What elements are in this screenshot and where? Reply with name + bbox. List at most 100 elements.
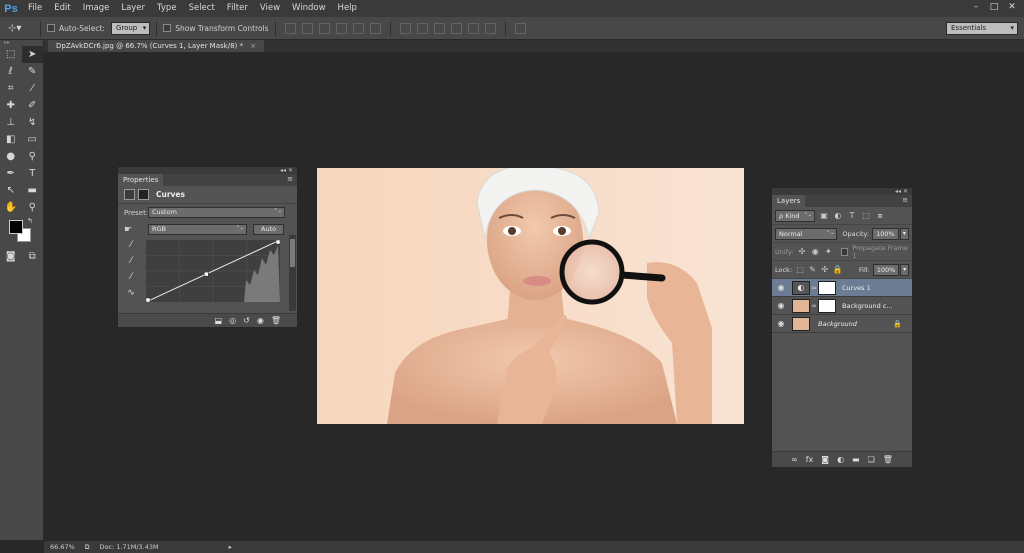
pen-tool-icon[interactable]: ✒ [0, 165, 22, 182]
visibility-icon[interactable]: ◉ [257, 316, 264, 325]
delete-adjustment-icon[interactable]: 🗑 [271, 316, 281, 325]
status-menu-arrow-icon[interactable]: ▸ [229, 543, 232, 551]
show-transform-checkbox[interactable] [163, 24, 172, 32]
filter-pixel-icon[interactable]: ▣ [819, 211, 829, 221]
auto-select-toggle[interactable]: Auto-Select: [47, 24, 105, 33]
quick-mask-icon[interactable]: ◙ [0, 248, 22, 265]
menu-select[interactable]: Select [183, 0, 221, 17]
mask-link-icon[interactable]: ∞ [810, 302, 818, 310]
gray-point-eyedropper-icon[interactable]: ⁄ [123, 256, 139, 272]
distribute-hcenter-icon[interactable] [467, 22, 479, 34]
blur-tool-icon[interactable]: ● [0, 148, 22, 165]
curve-graph[interactable] [145, 239, 281, 303]
document-tab[interactable]: DpZAvkDCr6.jpg @ 66.7% (Curves 1, Layer … [48, 40, 265, 52]
menu-layer[interactable]: Layer [115, 0, 151, 17]
auto-select-target-dropdown[interactable]: Group [110, 21, 151, 35]
filter-shape-icon[interactable]: ⬚ [861, 211, 871, 221]
visibility-eye-icon[interactable]: ◉ [772, 301, 790, 310]
align-hcenter-icon[interactable] [352, 22, 364, 34]
healing-brush-tool-icon[interactable]: ✚ [0, 97, 22, 114]
lock-position-icon[interactable]: ✣ [821, 265, 829, 275]
kind-filter-dropdown[interactable]: ρ Kind [775, 209, 815, 222]
dodge-tool-icon[interactable]: ⚲ [22, 148, 44, 165]
auto-align-layers-icon[interactable] [514, 22, 526, 34]
channel-dropdown[interactable]: RGB [148, 224, 247, 235]
layer-row-background[interactable]: ◉ Background 🔒 [772, 315, 912, 333]
screen-mode-icon[interactable]: ⧉ [22, 248, 44, 265]
reset-icon[interactable]: ↺ [243, 316, 250, 325]
layer-mask-thumbnail[interactable] [818, 298, 836, 313]
properties-panel-topbar[interactable]: ◂◂ ✕ [118, 167, 297, 174]
lock-all-icon[interactable]: 🔒 [833, 265, 843, 275]
marquee-tool-icon[interactable]: ⬚ [0, 46, 22, 63]
maximize-button[interactable]: □ [988, 2, 1000, 13]
layer-row-background-copy[interactable]: ◉ ∞ Background c... [772, 297, 912, 315]
layers-panel-topbar[interactable]: ◂◂ ✕ [772, 188, 912, 195]
move-tool-icon[interactable]: ➤ [21, 46, 43, 63]
layer-row-curves[interactable]: ◉ ◐ ∞ Curves 1 [772, 279, 912, 297]
filter-type-icon[interactable]: T [847, 211, 857, 221]
menu-file[interactable]: File [22, 0, 48, 17]
document-canvas[interactable] [317, 168, 744, 424]
opacity-input[interactable]: 100% [872, 227, 899, 240]
menu-filter[interactable]: Filter [221, 0, 254, 17]
type-tool-icon[interactable]: T [22, 165, 44, 182]
menu-type[interactable]: Type [151, 0, 183, 17]
brush-tool-icon[interactable]: ✐ [22, 97, 44, 114]
filter-adjustment-icon[interactable]: ◐ [833, 211, 843, 221]
eraser-tool-icon[interactable]: ◧ [0, 131, 22, 148]
path-select-tool-icon[interactable]: ↖ [0, 182, 22, 199]
menu-image[interactable]: Image [77, 0, 116, 17]
rectangle-tool-icon[interactable]: ▬ [22, 182, 44, 199]
show-transform-toggle[interactable]: Show Transform Controls [163, 24, 269, 33]
distribute-left-icon[interactable] [450, 22, 462, 34]
visibility-eye-icon[interactable]: ◉ [772, 283, 790, 292]
unify-visibility-icon[interactable]: ◉ [811, 247, 820, 257]
properties-tab[interactable]: Properties [118, 174, 164, 186]
fill-input[interactable]: 100% [872, 263, 900, 276]
align-left-icon[interactable] [335, 22, 347, 34]
unify-position-icon[interactable]: ✣ [797, 247, 806, 257]
filter-smart-object-icon[interactable]: ⧈ [875, 211, 885, 221]
opacity-slider-toggle[interactable]: ▾ [899, 227, 909, 240]
curves-adjustment-icon[interactable] [124, 189, 135, 200]
history-brush-tool-icon[interactable]: ↯ [22, 114, 44, 131]
hand-tool-icon[interactable]: ✋ [0, 199, 22, 216]
layers-tab[interactable]: Layers [772, 195, 806, 207]
workspace-dropdown[interactable]: Essentials [946, 22, 1018, 35]
close-window-button[interactable]: ✕ [1006, 2, 1018, 13]
lock-image-icon[interactable]: ✎ [808, 265, 816, 275]
panel-menu-icon[interactable]: ≡ [287, 175, 293, 183]
layer-lock-icon[interactable]: 🔒 [893, 320, 902, 328]
zoom-level[interactable]: 66.67% [50, 543, 75, 551]
white-point-eyedropper-icon[interactable]: ⁄ [123, 272, 139, 288]
layers-panel-menu-icon[interactable]: ≡ [902, 196, 908, 204]
mask-link-icon[interactable]: ∞ [810, 284, 818, 292]
distribute-bottom-icon[interactable] [433, 22, 445, 34]
align-bottom-icon[interactable] [318, 22, 330, 34]
clone-stamp-tool-icon[interactable]: ⊥ [0, 114, 22, 131]
distribute-right-icon[interactable] [484, 22, 496, 34]
black-point-eyedropper-icon[interactable]: ⁄ [123, 240, 139, 256]
curve-point-mode-icon[interactable]: ∿ [123, 288, 139, 304]
menu-window[interactable]: Window [286, 0, 332, 17]
visibility-eye-icon[interactable]: ◉ [772, 319, 790, 328]
menu-view[interactable]: View [254, 0, 286, 17]
distribute-vcenter-icon[interactable] [416, 22, 428, 34]
minimize-button[interactable]: – [970, 2, 982, 13]
layer-mask-icon[interactable] [138, 189, 149, 200]
link-layers-icon[interactable]: ∞ [791, 455, 798, 464]
menu-help[interactable]: Help [332, 0, 363, 17]
unify-style-icon[interactable]: ✦ [824, 247, 833, 257]
blend-mode-dropdown[interactable]: Normal [775, 227, 838, 240]
properties-scrollbar[interactable] [289, 235, 296, 311]
view-previous-state-icon[interactable]: ◎ [229, 316, 236, 325]
layer-mask-thumbnail[interactable] [818, 280, 836, 295]
status-share-icon[interactable]: ⧉ [85, 543, 90, 552]
clip-to-layer-icon[interactable]: ⬓ [215, 316, 223, 325]
move-tool-preset-icon[interactable]: ⊹▾ [8, 23, 34, 34]
quick-select-tool-icon[interactable]: ✎ [22, 63, 44, 80]
propagate-checkbox[interactable] [840, 247, 849, 256]
properties-scroll-thumb[interactable] [290, 239, 295, 267]
distribute-top-icon[interactable] [399, 22, 411, 34]
